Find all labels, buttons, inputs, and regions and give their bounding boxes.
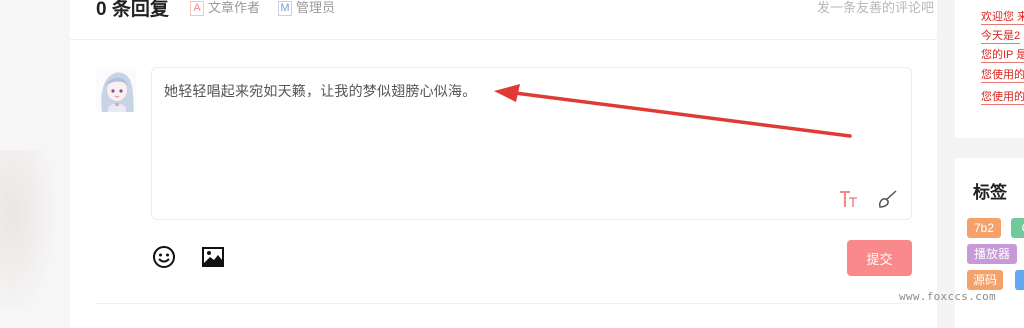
background-smudge: [0, 150, 55, 310]
comment-hint: 发一条友善的评论吧: [816, 0, 934, 15]
avatar-image: [101, 72, 134, 112]
comment-textarea[interactable]: 她轻轻唱起来宛如天籁，让我的梦似翅膀心似海。: [151, 67, 912, 220]
comment-text: 她轻轻唱起来宛如天籁，让我的梦似翅膀心似海。: [164, 83, 477, 99]
admin-role-text: 管理员: [296, 0, 336, 15]
tags-title: 标签: [973, 183, 1007, 202]
comment-header: 0 条回复 A 文章作者 M 管理员 发一条友善的评论吧: [96, 0, 934, 30]
sidebar-notice-widget: 欢迎您 来 今天是2 您的IP 是 您使用的 您使用的: [955, 0, 1024, 138]
divider: [70, 39, 937, 40]
reply-count: 0 条回复: [96, 0, 169, 20]
tag-partial[interactable]: [1015, 270, 1024, 290]
notice-line: 您使用的: [981, 91, 1024, 105]
image-upload-icon[interactable]: [201, 246, 225, 268]
divider: [96, 303, 912, 304]
text-format-icon[interactable]: [838, 188, 860, 210]
emoji-icon[interactable]: [152, 245, 176, 269]
comment-section: 0 条回复 A 文章作者 M 管理员 发一条友善的评论吧 她轻轻唱起来宛如天籁，让我…: [70, 0, 937, 328]
admin-role-label: M 管理员: [278, 0, 336, 17]
left-gutter: [0, 0, 70, 328]
notice-line: 今天是2: [981, 30, 1021, 44]
notice-line: 欢迎您 来: [981, 10, 1024, 25]
watermark: www.foxccs.com: [899, 290, 996, 303]
admin-badge-icon: M: [278, 1, 292, 17]
author-badge-icon: A: [190, 1, 204, 17]
tag-player[interactable]: 播放器: [967, 244, 1017, 264]
tag-7b2[interactable]: 7b2: [967, 218, 1001, 238]
avatar: [96, 68, 136, 112]
tag-c[interactable]: C: [1011, 218, 1024, 238]
author-role-text: 文章作者: [208, 0, 261, 15]
notice-line: 您的IP 是: [981, 48, 1024, 63]
tag-source-code[interactable]: 源码: [967, 270, 1003, 290]
author-role-label: A 文章作者: [190, 0, 261, 17]
submit-button[interactable]: 提交: [847, 240, 912, 276]
notice-line: 您使用的: [981, 69, 1024, 83]
brush-icon[interactable]: [877, 188, 899, 210]
